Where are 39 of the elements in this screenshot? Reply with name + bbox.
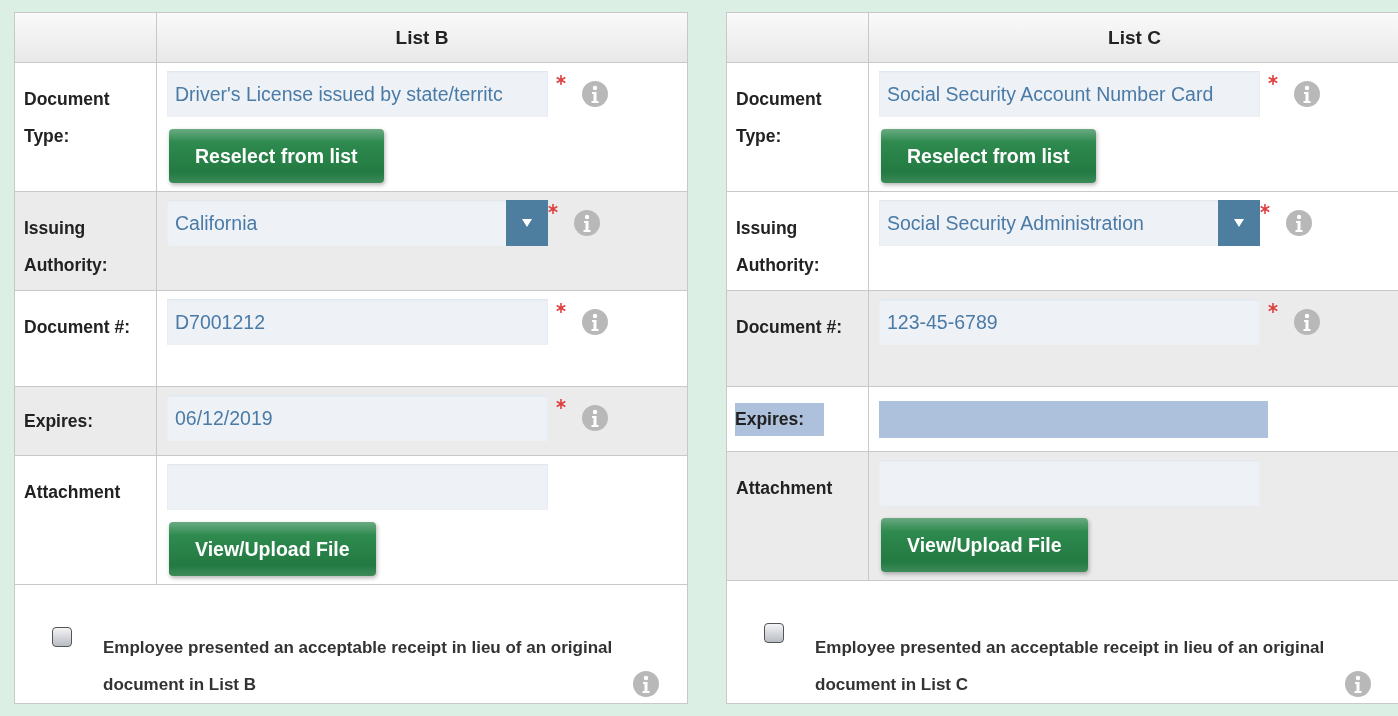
info-icon[interactable] [574, 210, 600, 236]
checkbox[interactable] [764, 623, 784, 643]
checkbox[interactable] [52, 627, 72, 647]
receipt-label: Employee presented an acceptable receipt in lieu of an original document in List B [103, 637, 614, 696]
info-icon[interactable] [582, 405, 608, 431]
receipt-label: Employee presented an acceptable receipt in lieu of an original document in List C [815, 637, 1326, 696]
input-field[interactable]: 06/12/2019 [167, 395, 548, 441]
info-icon[interactable] [1286, 210, 1312, 236]
dropdown-field[interactable]: Social Security Administration [879, 200, 1260, 246]
input-field[interactable]: 123-45-6789 [879, 299, 1260, 345]
caret-icon [506, 200, 548, 246]
field-label: Document Type: [736, 89, 822, 146]
field-label: Document #: [24, 317, 130, 337]
field-label: Document Type: [24, 89, 110, 146]
info-icon[interactable] [582, 309, 608, 335]
field-label: Attachment [736, 478, 833, 498]
selected-label: Expires: [735, 402, 825, 436]
column-heading: List B [157, 13, 687, 62]
field-label: Document #: [736, 317, 842, 337]
info-icon[interactable] [1294, 81, 1320, 107]
input-field[interactable]: D7001212 [167, 299, 548, 345]
input-field[interactable] [167, 464, 548, 510]
reselect-button[interactable]: Reselect from list [881, 129, 1096, 183]
info-icon[interactable] [1345, 671, 1371, 697]
field-label: Expires: [24, 409, 94, 433]
column-heading: List C [869, 13, 1398, 62]
info-icon[interactable] [582, 81, 608, 107]
field-label: Issuing Authority: [24, 218, 108, 275]
caret-icon [1218, 200, 1260, 246]
input-field[interactable]: Driver's License issued by state/territc [167, 71, 548, 117]
info-icon[interactable] [1294, 309, 1320, 335]
upload-button[interactable]: View/Upload File [881, 518, 1088, 572]
upload-button[interactable]: View/Upload File [169, 522, 376, 576]
reselect-button[interactable]: Reselect from list [169, 129, 384, 183]
field-label: Attachment [24, 482, 121, 502]
info-icon[interactable] [633, 671, 659, 697]
input-field[interactable]: Social Security Account Number Card [879, 71, 1260, 117]
dropdown-field[interactable]: California [167, 200, 548, 246]
field-label: Issuing Authority: [736, 218, 820, 275]
